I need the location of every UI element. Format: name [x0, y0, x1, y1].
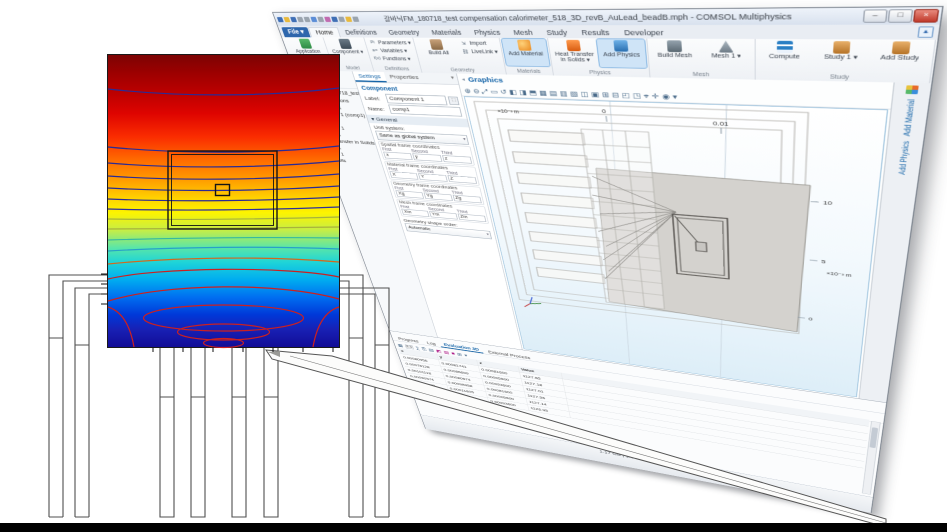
- bottom-black-bar: [0, 523, 947, 532]
- temperature-contour-plot: [107, 54, 340, 348]
- contour-overlay: [99, 53, 341, 355]
- lead-ribbon: [266, 350, 886, 527]
- screenshot-stage: 갈바닉FM_180718_test compensation calorimet…: [0, 0, 947, 532]
